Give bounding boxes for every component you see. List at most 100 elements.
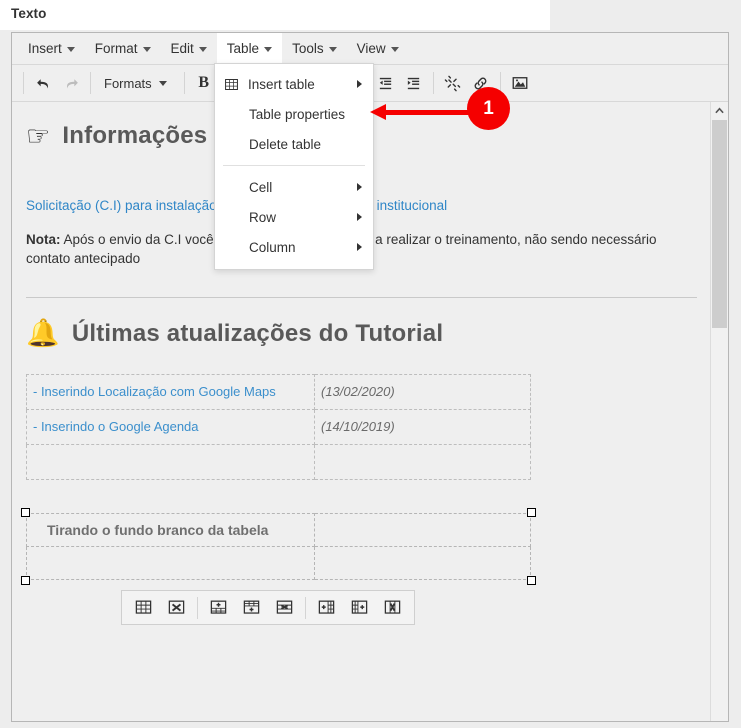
menu-item-table-properties-label: Table properties: [249, 106, 346, 122]
table-cell[interactable]: (14/10/2019): [314, 408, 531, 445]
menu-item-insert-table[interactable]: Insert table: [215, 69, 373, 99]
document-heading-1-text: Informações i: [62, 122, 222, 149]
menu-item-delete-table-label: Delete table: [249, 136, 322, 152]
table-cell[interactable]: [314, 512, 531, 547]
table-row[interactable]: [26, 545, 531, 580]
scroll-up-button[interactable]: [711, 102, 727, 119]
menu-insert-label: Insert: [28, 41, 62, 56]
undo-button[interactable]: [29, 70, 57, 96]
update-date: (13/02/2020): [321, 384, 395, 400]
table-row[interactable]: Tirando o fundo branco da tabela: [26, 512, 531, 547]
scrollbar-thumb[interactable]: [712, 120, 727, 328]
insert-row-before-icon[interactable]: [202, 594, 235, 621]
resize-handle-bottom-right[interactable]: [527, 575, 536, 585]
chevron-down-icon: [198, 47, 207, 52]
table-cell[interactable]: (13/02/2020): [314, 373, 531, 410]
menu-separator: [223, 165, 365, 166]
menu-insert[interactable]: Insert: [18, 33, 85, 64]
delete-column-icon[interactable]: [376, 594, 409, 621]
table-cell[interactable]: [314, 443, 531, 480]
document-heading-2: 🔔 Últimas atualizações do Tutorial: [26, 320, 697, 348]
resize-handle-bottom-left[interactable]: [21, 575, 30, 585]
chevron-up-icon: [714, 107, 724, 114]
pointing-hand-icon: ☞: [26, 120, 51, 152]
menu-item-delete-table[interactable]: Delete table: [215, 129, 373, 159]
insert-row-after-icon[interactable]: [235, 594, 268, 621]
chevron-down-icon: [142, 47, 151, 52]
image-icon: [512, 77, 528, 89]
update-title: - Inserindo Localização com Google Maps: [33, 384, 276, 400]
menu-tools[interactable]: Tools: [282, 33, 347, 64]
table-cell[interactable]: [314, 545, 531, 580]
chevron-down-icon: [66, 47, 75, 52]
note-part1: Após o envio da C.I você: [60, 231, 214, 247]
formats-button[interactable]: Formats: [96, 70, 179, 96]
chevron-right-icon: [357, 213, 362, 221]
table-properties-icon[interactable]: [127, 594, 160, 621]
toolbar-separator: [90, 72, 91, 94]
field-label: Texto: [11, 6, 47, 21]
resize-handle-top-right[interactable]: [527, 507, 536, 517]
table-row[interactable]: [26, 443, 531, 480]
chevron-down-icon: [264, 47, 273, 52]
table-cell[interactable]: Tirando o fundo branco da tabela: [26, 512, 315, 547]
insert-column-after-icon[interactable]: [343, 594, 376, 621]
updates-table[interactable]: - Inserindo Localização com Google Maps …: [26, 373, 531, 480]
table-row[interactable]: - Inserindo Localização com Google Maps …: [26, 373, 531, 410]
indent-icon: [408, 77, 420, 89]
menu-format[interactable]: Format: [85, 33, 161, 64]
chevron-down-icon: [328, 47, 337, 52]
menu-item-row[interactable]: Row: [215, 202, 373, 232]
redo-button[interactable]: [57, 70, 85, 96]
menu-item-column-label: Column: [249, 239, 296, 255]
menu-format-label: Format: [94, 41, 138, 56]
menu-edit-label: Edit: [170, 41, 194, 56]
insert-column-before-icon[interactable]: [310, 594, 343, 621]
document-heading-2-text: Últimas atualizações do Tutorial: [71, 319, 444, 347]
table-row[interactable]: - Inserindo o Google Agenda (14/10/2019): [26, 408, 531, 445]
unlink-button[interactable]: [439, 70, 467, 96]
menu-edit[interactable]: Edit: [161, 33, 217, 64]
table-cell[interactable]: [26, 545, 315, 580]
indent-button[interactable]: [400, 70, 428, 96]
delete-row-icon[interactable]: [268, 594, 301, 621]
resize-handle-top-left[interactable]: [21, 507, 30, 517]
selected-table[interactable]: Tirando o fundo branco da tabela: [26, 512, 531, 580]
toolbar-separator: [23, 72, 24, 94]
bell-icon: 🔔: [26, 318, 60, 350]
link-button[interactable]: [467, 70, 495, 96]
chevron-down-icon: [390, 47, 399, 52]
undo-icon: [36, 78, 48, 88]
menu-item-row-label: Row: [249, 209, 277, 225]
selected-table-wrapper: Tirando o fundo branco da tabela: [21, 507, 536, 585]
menu-view-label: View: [356, 41, 386, 56]
toolbar-separator: [432, 72, 434, 94]
toolbar-separator: [305, 596, 306, 619]
menu-item-table-properties[interactable]: Table properties: [215, 99, 373, 129]
toolbar-separator: [197, 596, 198, 619]
bold-icon: B: [198, 74, 209, 91]
delete-table-icon[interactable]: [160, 594, 193, 621]
table-cell[interactable]: [26, 443, 315, 480]
solicitacao-link-before[interactable]: Solicitação (C.I) para instalação: [26, 198, 217, 213]
redo-icon: [66, 78, 78, 88]
field-label-strip: Texto: [0, 0, 550, 30]
table-context-toolbar: [121, 590, 415, 625]
chevron-down-icon: [158, 80, 167, 86]
chevron-right-icon: [357, 243, 362, 251]
document-divider: [26, 296, 697, 298]
outdent-button[interactable]: [372, 70, 400, 96]
toolbar-separator: [183, 72, 185, 94]
note-label: Nota:: [26, 231, 61, 247]
menu-item-cell[interactable]: Cell: [215, 172, 373, 202]
menu-table[interactable]: Table: [216, 33, 283, 64]
menu-item-cell-label: Cell: [249, 179, 273, 195]
image-button[interactable]: [506, 70, 534, 96]
menu-view[interactable]: View: [347, 33, 409, 64]
table-cell[interactable]: - Inserindo o Google Agenda: [26, 408, 315, 445]
selected-table-title: Tirando o fundo branco da tabela: [47, 521, 269, 538]
table-cell[interactable]: - Inserindo Localização com Google Maps: [26, 373, 315, 410]
toolbar-separator: [499, 72, 501, 94]
vertical-scrollbar[interactable]: [710, 102, 728, 721]
menu-item-column[interactable]: Column: [215, 232, 373, 262]
